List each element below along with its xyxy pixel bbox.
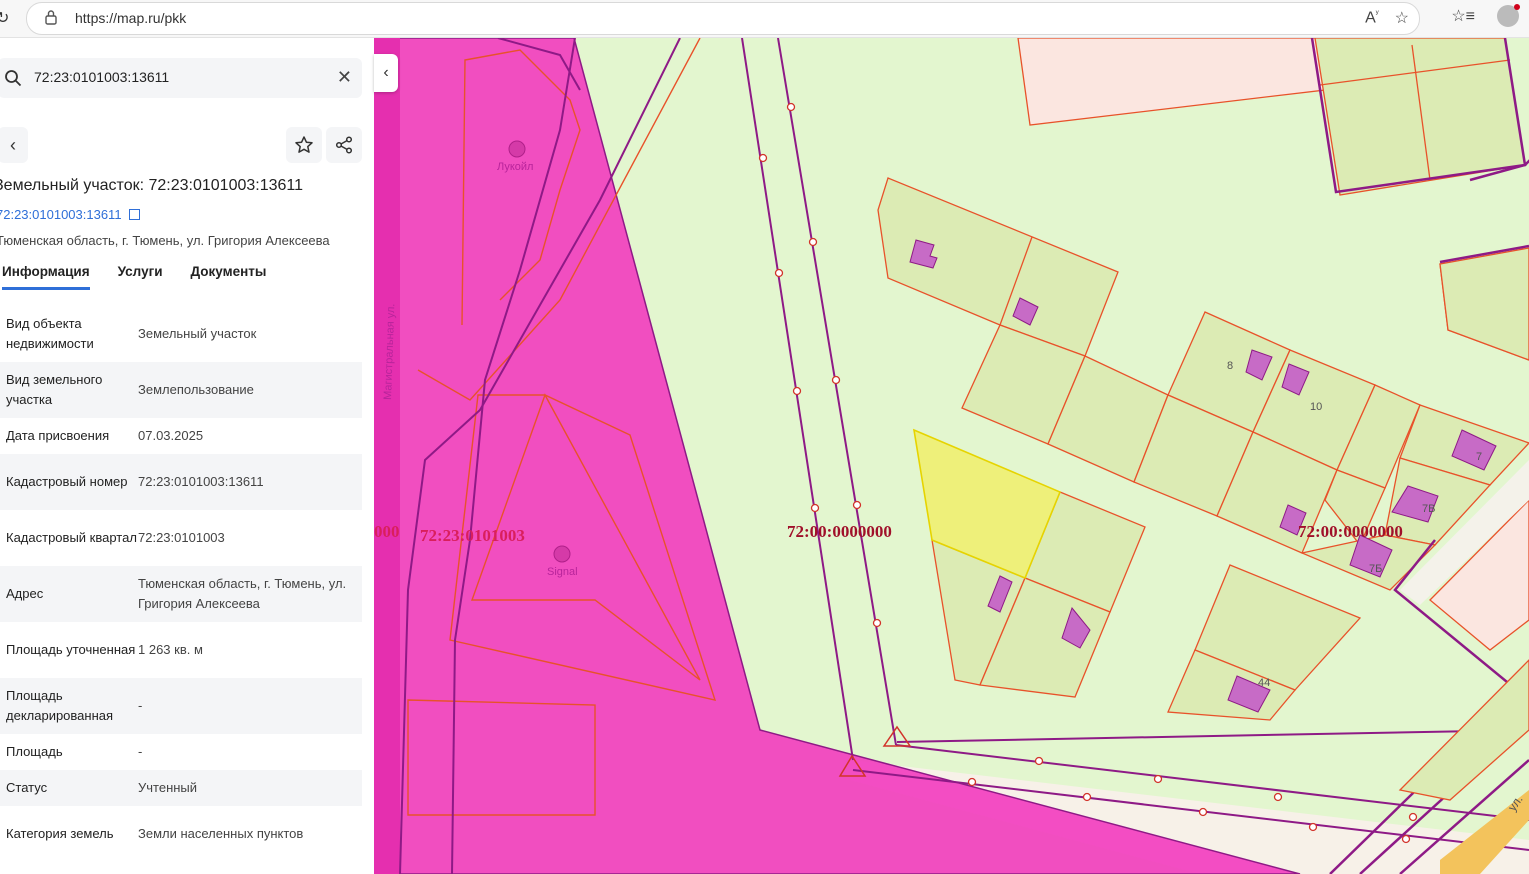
share-icon[interactable]	[326, 127, 362, 163]
quarter-label-right: 72:00:0000000	[1298, 522, 1403, 541]
info-row: Кадастровый квартал 72:23:0101003	[0, 510, 362, 566]
info-row: Статус Учтенный	[0, 770, 362, 806]
parcels-residential	[877, 177, 1529, 721]
back-arrow-icon[interactable]: ‹	[0, 127, 28, 163]
cadastral-link[interactable]: 72:23:0101003:13611	[0, 207, 141, 222]
info-value: 07.03.2025	[138, 428, 204, 443]
close-icon[interactable]: ✕	[337, 67, 352, 88]
info-key: Дата присвоения	[6, 428, 110, 443]
info-value: Земли населенных пунктов	[138, 826, 304, 841]
tab-services[interactable]: Услуги	[118, 264, 163, 290]
info-value: Земельный участок	[138, 326, 257, 341]
info-row: Категория земель Земли населенных пунктов	[0, 806, 362, 862]
search-input[interactable]: 72:23:0101003:13611	[34, 69, 169, 85]
info-row: Кадастровый номер 72:23:0101003:13611	[0, 454, 362, 510]
poi-label-signal: Signal	[547, 566, 578, 578]
info-key: Вид земельного участка	[6, 372, 103, 407]
quarter-label-center: 72:00:0000000	[787, 522, 892, 541]
info-key: Вид объекта недвижимости	[6, 316, 94, 351]
info-row: Вид объекта недвижимости Земельный участо…	[0, 306, 362, 362]
favorite-icon[interactable]: ☆	[1395, 8, 1409, 28]
quarter-label-partial: 000	[374, 522, 400, 541]
info-value: 72:23:0101003	[138, 530, 225, 545]
info-key: Категория земель	[6, 826, 114, 841]
info-value: Тюменская область, г. Тюмень, ул. Григор…	[138, 576, 347, 611]
star-icon[interactable]	[286, 127, 322, 163]
info-value: Землепользование	[138, 382, 254, 397]
info-key: Кадастровый номер	[6, 474, 128, 489]
info-row: Вид земельного участка Землепользование	[0, 362, 362, 418]
info-row: Дата присвоения 07.03.2025	[0, 418, 362, 454]
info-key: Статус	[6, 780, 48, 795]
info-value: Учтенный	[138, 780, 198, 795]
info-table: Вид объекта недвижимости Земельный участо…	[0, 306, 362, 862]
object-title: Земельный участок: 72:23:0101003:13611	[0, 177, 304, 194]
protection-zone-edge	[374, 38, 400, 874]
parcel	[1398, 659, 1529, 801]
info-value: -	[138, 744, 143, 759]
poi-label-lukoil: Лукойл	[497, 161, 533, 173]
lock-icon	[45, 10, 57, 25]
signal-poi-icon[interactable]	[553, 545, 571, 563]
info-row: Площадь уточненная 1 263 кв. м	[0, 622, 362, 678]
info-row: Площадь -	[0, 734, 362, 770]
info-row: Площадь декларированная -	[0, 678, 362, 734]
info-value: 72:23:0101003:13611	[138, 474, 264, 489]
tab-bar: Информация Услуги Документы	[2, 264, 266, 290]
search-box[interactable]: 72:23:0101003:13611 ✕	[0, 58, 362, 98]
search-icon	[5, 70, 22, 87]
copy-icon[interactable]	[129, 209, 141, 220]
info-key: Адрес	[6, 586, 44, 601]
favorites-list-icon[interactable]: ☆≡	[1451, 6, 1475, 26]
collapse-chevron-icon[interactable]: ‹	[374, 54, 398, 92]
parcel-group	[1314, 38, 1529, 361]
reload-icon[interactable]: ↻	[0, 8, 9, 28]
cadastral-map[interactable]: Лукойл Signal Магистральная ул. ул. 000 …	[374, 38, 1529, 874]
house-number-label: 44	[1258, 677, 1270, 689]
info-key: Площадь	[6, 744, 63, 759]
tab-documents[interactable]: Документы	[191, 264, 267, 290]
info-value: -	[138, 698, 143, 713]
quarter-label-left: 72:23:0101003	[420, 526, 525, 545]
house-number-label: 7	[1476, 451, 1482, 463]
tab-information[interactable]: Информация	[2, 264, 90, 290]
info-row: Адрес Тюменская область, г. Тюмень, ул. Г…	[0, 566, 362, 622]
survey-marker	[882, 725, 912, 747]
info-key: Площадь уточненная	[6, 642, 136, 657]
read-aloud-icon[interactable]: Aʸ	[1365, 8, 1379, 28]
house-number-label: 7Б	[1369, 563, 1382, 575]
house-number-label: 10	[1310, 401, 1322, 413]
profile-icon[interactable]	[1497, 4, 1520, 27]
house-number-label: 7В	[1422, 503, 1435, 515]
browser-toolbar: ↻ https://map.ru/pkk Aʸ ☆ ☆≡	[0, 0, 1529, 38]
info-value: 1 263 кв. м	[138, 642, 203, 657]
info-key: Площадь декларированная	[6, 688, 114, 723]
info-sidebar: 72:23:0101003:13611 ✕ ‹ Земельный участо…	[0, 38, 374, 874]
map-canvas[interactable]: Лукойл Signal Магистральная ул. ул. 000 …	[374, 38, 1529, 874]
house-number-label: 8	[1227, 360, 1233, 372]
object-address: Тюменская область, г. Тюмень, ул. Григор…	[0, 233, 330, 248]
info-key: Кадастровый квартал	[6, 530, 137, 545]
address-bar[interactable]: https://map.ru/pkk Aʸ ☆	[26, 2, 1420, 35]
url-text: https://map.ru/pkk	[75, 10, 187, 26]
map-area	[1017, 38, 1326, 126]
lukoil-poi-icon[interactable]	[508, 140, 526, 158]
cadastral-link-text[interactable]: 72:23:0101003:13611	[0, 207, 122, 222]
